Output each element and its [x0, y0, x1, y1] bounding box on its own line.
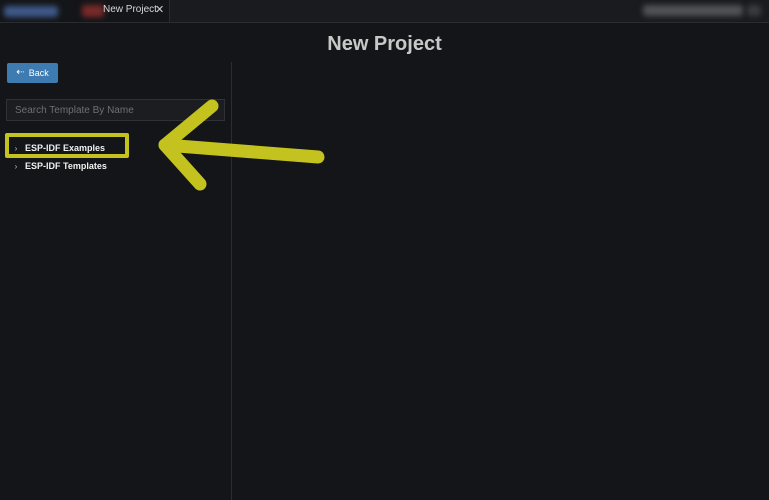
panel-divider [231, 62, 232, 500]
back-button[interactable]: ⇠ Back [7, 63, 58, 83]
blurred-account-info [643, 5, 743, 16]
search-template-input[interactable] [6, 99, 225, 121]
new-project-page: New Project ✕ New Project ⇠ Back › ESP-I… [0, 0, 769, 500]
chevron-right-icon: › [14, 143, 18, 153]
tree-item-esp-idf-templates[interactable]: › ESP-IDF Templates [10, 157, 230, 175]
blurred-tab-icon [4, 6, 58, 17]
close-icon[interactable]: ✕ [155, 3, 164, 17]
tree-item-label: ESP-IDF Examples [25, 143, 106, 153]
page-title: New Project [327, 33, 442, 55]
blurred-toolbar-icon [747, 5, 761, 16]
chevron-right-icon: › [14, 161, 18, 171]
tab-new-project[interactable]: New Project ✕ [0, 0, 170, 22]
template-tree: › ESP-IDF Examples › ESP-IDF Templates [10, 139, 230, 175]
back-button-label: Back [28, 68, 49, 78]
tab-title: New Project [103, 4, 157, 15]
tree-item-label: ESP-IDF Templates [25, 161, 107, 171]
arrow-left-icon: ⇠ [16, 67, 25, 78]
tab-bar: New Project ✕ [0, 0, 769, 23]
blurred-tab-fragment [82, 5, 104, 17]
annotation-arrow-icon [158, 99, 325, 191]
tree-item-esp-idf-examples[interactable]: › ESP-IDF Examples [10, 139, 230, 157]
